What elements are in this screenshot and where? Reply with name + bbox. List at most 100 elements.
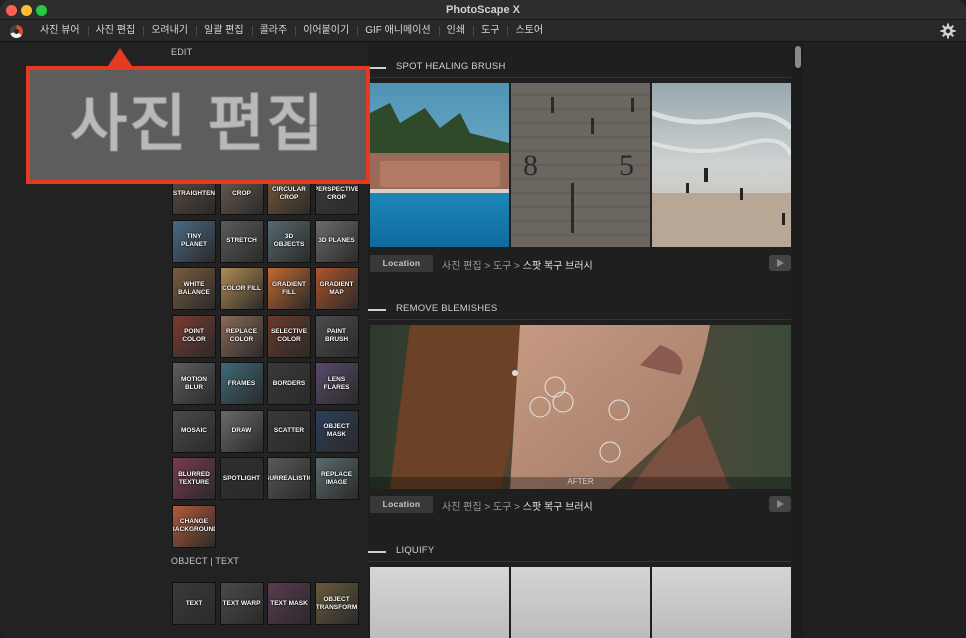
tool-color-fill[interactable]: COLOR FILL: [219, 267, 264, 310]
app-window: PhotoScape X 사진 뷰어 사진 편집 오려내기 일괄 편집 콜라주 …: [0, 0, 966, 638]
tool-label: BLURRED TEXTURE: [178, 470, 210, 486]
tool-3d-objects[interactable]: 3D OBJECTS: [267, 219, 311, 263]
menu-collage[interactable]: 콜라주: [251, 20, 296, 42]
portrait-photo: AFTER: [370, 325, 791, 489]
tool-motion-blur[interactable]: MOTION BLUR: [172, 362, 216, 405]
tool-label: SELECTIVE COLOR: [270, 328, 308, 343]
section-liquify-title: LIQUIFY: [368, 545, 793, 562]
tool-mosaic[interactable]: MOSAIC: [172, 409, 216, 453]
tool-label: STRAIGHTEN: [172, 189, 216, 197]
tool-label: OBJECT MASK: [323, 423, 350, 438]
brick-wall-photo: 8 5: [511, 83, 650, 247]
tool-label: DRAW: [231, 427, 252, 434]
tool-draw[interactable]: DRAW: [219, 409, 264, 453]
callout-text: 사진 편집: [70, 90, 326, 159]
location-button[interactable]: Location: [370, 496, 433, 513]
tool-label: TEXT: [185, 599, 203, 607]
location-button[interactable]: Location: [370, 255, 433, 272]
tool-scatter[interactable]: SCATTER: [267, 409, 311, 453]
tool-white-balance[interactable]: WHITE BALANCE: [172, 267, 216, 310]
tool-selective-color[interactable]: SELECTIVE COLOR: [267, 314, 311, 358]
tool-text[interactable]: TEXT: [172, 582, 216, 625]
tool-label: MOTION BLUR: [181, 375, 207, 391]
liquify-images: [370, 567, 791, 638]
location-path: 사진 편집 > 도구 > 스팟 복구 브러시: [442, 261, 593, 272]
tool-gradient-map[interactable]: GRADIENT MAP: [314, 267, 359, 310]
tool-label: 3D PLANES: [318, 237, 355, 244]
tool-change-background[interactable]: CHANGE BACKGROUND: [172, 504, 216, 548]
after-caption: AFTER: [567, 477, 594, 486]
menu-combine[interactable]: 이어붙이기: [295, 20, 357, 42]
menu-tools[interactable]: 도구: [473, 20, 507, 42]
object-text-section-header: OBJECT | TEXT: [171, 556, 240, 566]
spot-healing-images: 8 5: [370, 83, 791, 247]
tool-label: TINY PLANET: [181, 233, 207, 248]
remove-blemishes-location-row: Location 사진 편집 > 도구 > 스팟 복구 브러시: [370, 496, 791, 514]
tool-surrealistic[interactable]: SURREALISTIC: [267, 457, 311, 500]
tool-label: PERSPECTIVE CROP: [314, 185, 359, 201]
scrollbar-thumb[interactable]: [795, 46, 801, 68]
callout-arrow: [108, 48, 132, 66]
tool-label: POINT COLOR: [182, 328, 206, 343]
tool-label: COLOR FILL: [222, 284, 261, 292]
tool-spotlight[interactable]: SPOTLIGHT: [219, 457, 264, 500]
tool-borders[interactable]: BORDERS: [267, 362, 311, 405]
object-tool-grid: TEXT TEXT WARP TEXT MASK OBJECT TRANSFORM: [172, 582, 359, 625]
tool-label: GRADIENT FILL: [272, 280, 306, 296]
tool-label: CHANGE BACKGROUND: [172, 518, 216, 533]
remove-blemishes-image: AFTER: [370, 325, 791, 489]
tool-gradient-fill[interactable]: GRADIENT FILL: [267, 267, 311, 310]
location-path: 사진 편집 > 도구 > 스팟 복구 브러시: [442, 502, 593, 513]
tool-label: CIRCULAR CROP: [272, 185, 306, 201]
tool-lens-flares[interactable]: LENS FLARES: [314, 362, 359, 405]
svg-text:8: 8: [523, 149, 538, 182]
tool-object-transform[interactable]: OBJECT TRANSFORM: [314, 582, 359, 625]
tool-object-mask[interactable]: OBJECT MASK: [314, 409, 359, 453]
tool-point-color[interactable]: POINT COLOR: [172, 314, 216, 358]
tool-label: STRETCH: [226, 237, 257, 244]
empty-area: [803, 43, 966, 638]
play-video-button[interactable]: [769, 255, 791, 271]
tool-paint-brush[interactable]: PAINT BRUSH: [314, 314, 359, 358]
menu-cut-out[interactable]: 오려내기: [143, 20, 196, 42]
tool-replace-color[interactable]: REPLACE COLOR: [219, 314, 264, 358]
liquify-photo-3: [652, 567, 791, 638]
menu-photo-editor[interactable]: 사진 편집: [87, 20, 144, 42]
menu-photo-viewer[interactable]: 사진 뷰어: [32, 20, 88, 42]
tool-label: GRADIENT MAP: [319, 280, 354, 296]
window-title: PhotoScape X: [446, 4, 520, 16]
menu-bar: 사진 뷰어 사진 편집 오려내기 일괄 편집 콜라주 이어붙이기 GIF 애니메…: [0, 20, 966, 42]
menu-gif[interactable]: GIF 애니메이션: [357, 20, 438, 42]
tool-text-warp[interactable]: TEXT WARP: [219, 582, 264, 625]
section-remove-blemishes-title: REMOVE BLEMISHES: [368, 303, 793, 320]
menu-print[interactable]: 인쇄: [438, 20, 473, 42]
tool-label: TEXT WARP: [222, 599, 261, 607]
tool-3d-planes[interactable]: 3D PLANES: [314, 219, 359, 263]
tool-label: SCATTER: [273, 427, 305, 434]
tool-text-mask[interactable]: TEXT MASK: [267, 582, 311, 625]
svg-text:5: 5: [619, 149, 634, 182]
gear-icon[interactable]: [940, 23, 956, 39]
tool-label: WHITE BALANCE: [178, 280, 210, 296]
tool-label: SPOTLIGHT: [222, 474, 261, 482]
tool-label: TEXT MASK: [270, 599, 308, 607]
menu-store[interactable]: 스토어: [507, 20, 551, 42]
tool-label: SURREALISTIC: [267, 474, 311, 482]
tool-frames[interactable]: FRAMES: [219, 362, 264, 405]
content-scrollbar[interactable]: [793, 43, 803, 638]
tool-label: FRAMES: [227, 379, 256, 387]
tool-tiny-planet[interactable]: TINY PLANET: [172, 219, 216, 263]
edit-section-header: EDIT: [171, 47, 193, 57]
tool-replace-image[interactable]: REPLACE IMAGE: [314, 457, 359, 500]
tool-label: OBJECT TRANSFORM: [315, 595, 358, 611]
tool-label: MOSAIC: [181, 427, 207, 434]
pool-photo: [370, 83, 509, 247]
tool-label: PAINT BRUSH: [324, 328, 349, 343]
tool-blurred-texture[interactable]: BLURRED TEXTURE: [172, 457, 216, 500]
tool-stretch[interactable]: STRETCH: [219, 219, 264, 263]
spot-healing-location-row: Location 사진 편집 > 도구 > 스팟 복구 브러시: [370, 255, 791, 273]
help-content: SPOT HEALING BRUSH 8 5 Location 사진 편집 > …: [368, 43, 793, 638]
photoscape-logo-icon[interactable]: [10, 25, 23, 38]
menu-batch[interactable]: 일괄 편집: [196, 20, 252, 42]
play-video-button[interactable]: [769, 496, 791, 512]
